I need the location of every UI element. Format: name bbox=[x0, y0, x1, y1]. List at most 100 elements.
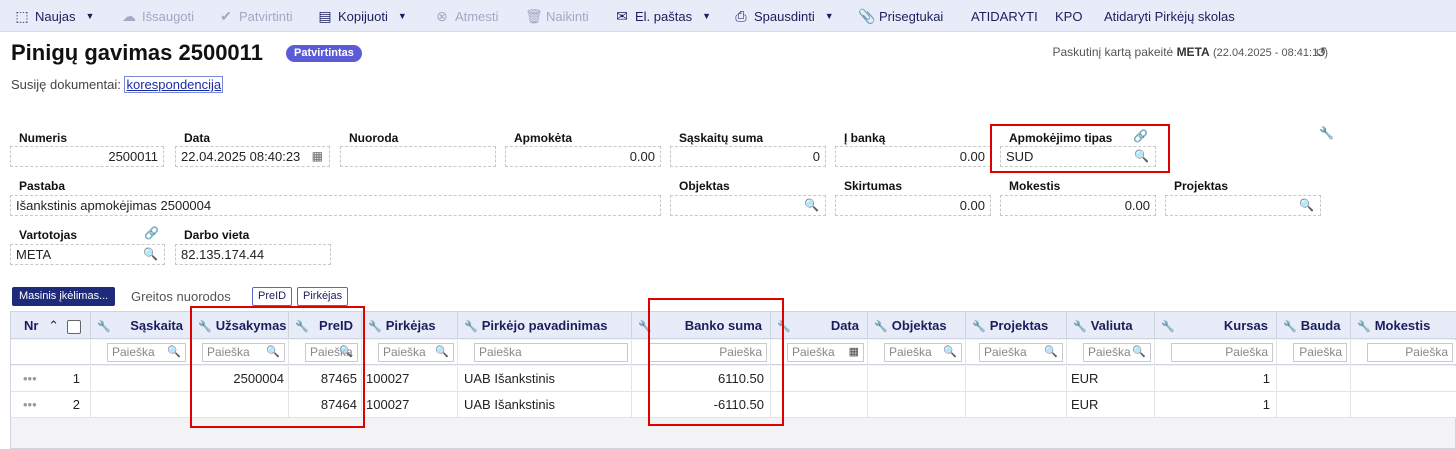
reject-button[interactable]: ⊗ Atmesti bbox=[434, 0, 498, 32]
mokestis-field[interactable]: 0.00 bbox=[1000, 195, 1156, 216]
calendar-icon[interactable]: ▦ bbox=[849, 344, 859, 361]
link-icon[interactable]: 🔗 bbox=[144, 226, 159, 240]
column-header-mokestis[interactable]: 🔧 Mokestis bbox=[1351, 312, 1456, 339]
search-icon[interactable]: 🔍 bbox=[143, 245, 158, 264]
history-icon[interactable]: ↺ bbox=[1315, 44, 1327, 61]
nuoroda-field[interactable] bbox=[340, 146, 496, 167]
saskaitu-suma-field[interactable]: 0 bbox=[670, 146, 826, 167]
cell-objektas[interactable] bbox=[868, 366, 966, 392]
wrench-icon[interactable]: 🔧 bbox=[1283, 321, 1297, 333]
select-all-checkbox[interactable] bbox=[66, 319, 81, 334]
data-field[interactable]: 22.04.2025 08:40:23 ▦ bbox=[175, 146, 330, 167]
quick-link-pirkejas[interactable]: Pirkėjas bbox=[297, 287, 349, 306]
email-button[interactable]: ✉ El. paštas ▼ bbox=[614, 0, 711, 32]
open-debts-button[interactable]: Atidaryti Pirkėjų skolas bbox=[1104, 0, 1235, 32]
search-icon[interactable]: 🔍 bbox=[804, 196, 819, 215]
apmoketa-field[interactable]: 0.00 bbox=[505, 146, 661, 167]
search-icon[interactable]: 🔍 bbox=[167, 344, 181, 361]
new-button[interactable]: ⬚ Naujas ▼ bbox=[14, 0, 94, 32]
skirtumas-field[interactable]: 0.00 bbox=[835, 195, 991, 216]
wrench-icon[interactable]: 🔧 bbox=[1319, 126, 1334, 140]
numeris-field[interactable]: 2500011 bbox=[10, 146, 164, 167]
kpo-button[interactable]: KPO bbox=[1055, 0, 1082, 32]
darbo-vieta-field[interactable]: 82.135.174.44 bbox=[175, 244, 331, 265]
column-header-pirkejas[interactable]: 🔧 Pirkėjas bbox=[362, 312, 458, 339]
save-button[interactable]: ☁ Išsaugoti bbox=[121, 0, 194, 32]
cell-data[interactable] bbox=[771, 366, 868, 392]
objektas-field[interactable]: 🔍 bbox=[670, 195, 826, 216]
related-link-korespondencija[interactable]: korespondencija bbox=[124, 76, 224, 93]
open-button[interactable]: ATIDARYTI bbox=[971, 0, 1038, 32]
sort-up-icon[interactable]: ⌃ bbox=[48, 318, 59, 333]
cell-projektas[interactable] bbox=[966, 392, 1067, 418]
cell-mokestis[interactable] bbox=[1351, 366, 1456, 392]
cell-pavadinimas[interactable]: UAB Išankstinis bbox=[458, 392, 632, 418]
cell-saskaita[interactable] bbox=[91, 392, 192, 418]
projektas-field[interactable]: 🔍 bbox=[1165, 195, 1321, 216]
cell-valiuta[interactable]: EUR bbox=[1067, 392, 1155, 418]
kursas-header-label: Kursas bbox=[1223, 318, 1268, 333]
search-input-saskaita[interactable]: Paieška 🔍 bbox=[107, 343, 186, 362]
search-input-mokestis[interactable]: Paieška bbox=[1367, 343, 1453, 362]
wrench-icon[interactable]: 🔧 bbox=[972, 321, 986, 333]
wrench-icon[interactable]: 🔧 bbox=[1161, 321, 1175, 333]
cell-valiuta[interactable]: EUR bbox=[1067, 366, 1155, 392]
column-header-objektas[interactable]: 🔧 Objektas bbox=[868, 312, 966, 339]
column-header-saskaita[interactable]: 🔧 Sąskaita bbox=[91, 312, 192, 339]
cell-projektas[interactable] bbox=[966, 366, 1067, 392]
column-header-kursas[interactable]: 🔧 Kursas bbox=[1155, 312, 1277, 339]
cell-pirkejas[interactable]: 100027 bbox=[362, 392, 458, 418]
drag-handle-icon[interactable]: ••• bbox=[23, 371, 37, 386]
column-header-bauda[interactable]: 🔧 Bauda bbox=[1277, 312, 1351, 339]
cell-pirkejas[interactable]: 100027 bbox=[362, 366, 458, 392]
wrench-icon[interactable]: 🔧 bbox=[1073, 321, 1087, 333]
wrench-icon[interactable]: 🔧 bbox=[1357, 321, 1371, 333]
column-header-projektas[interactable]: 🔧 Projektas bbox=[966, 312, 1067, 339]
search-input-projektas[interactable]: Paieška 🔍 bbox=[979, 343, 1063, 362]
search-icon[interactable]: 🔍 bbox=[435, 344, 449, 361]
cell-bauda[interactable] bbox=[1277, 392, 1351, 418]
confirm-button[interactable]: ✔ Patvirtinti bbox=[218, 0, 292, 32]
column-header-pirkejo-pavadinimas[interactable]: 🔧 Pirkėjo pavadinimas bbox=[458, 312, 632, 339]
quick-link-prelid[interactable]: PreID bbox=[252, 287, 293, 306]
copy-button[interactable]: ▤ Kopijuoti ▼ bbox=[317, 0, 406, 32]
pastaba-field[interactable]: Išankstinis apmokėjimas 2500004 bbox=[10, 195, 661, 216]
search-input-kursas[interactable]: Paieška bbox=[1171, 343, 1273, 362]
search-input-pavadinimas[interactable]: Paieška bbox=[474, 343, 628, 362]
chevron-down-icon: ▼ bbox=[85, 11, 95, 21]
column-header-data[interactable]: 🔧 Data bbox=[771, 312, 868, 339]
wrench-icon[interactable]: 🔧 bbox=[874, 321, 888, 333]
i-banka-field[interactable]: 0.00 bbox=[835, 146, 991, 167]
vartotojas-field[interactable]: META 🔍 bbox=[10, 244, 165, 265]
column-header-nr[interactable]: Nr ⌃ bbox=[11, 312, 91, 339]
pavadinimas-header-label: Pirkėjo pavadinimas bbox=[481, 318, 608, 333]
search-input-valiuta[interactable]: Paieška 🔍 bbox=[1083, 343, 1151, 362]
cell-kursas[interactable]: 1 bbox=[1155, 392, 1277, 418]
cell-saskaita[interactable] bbox=[91, 366, 192, 392]
cell-pavadinimas[interactable]: UAB Išankstinis bbox=[458, 366, 632, 392]
wrench-icon[interactable]: 🔧 bbox=[368, 321, 382, 333]
attachments-button[interactable]: 📎 Prisegtukai bbox=[858, 0, 943, 32]
search-icon[interactable]: 🔍 bbox=[1132, 344, 1146, 361]
cell-objektas[interactable] bbox=[868, 392, 966, 418]
search-icon[interactable]: 🔍 bbox=[1299, 196, 1314, 215]
search-input-bauda[interactable]: Paieška bbox=[1293, 343, 1347, 362]
wrench-icon[interactable]: 🔧 bbox=[464, 321, 478, 333]
search-input-data[interactable]: Paieška ▦ bbox=[787, 343, 864, 362]
cell-kursas[interactable]: 1 bbox=[1155, 366, 1277, 392]
search-input-objektas[interactable]: Paieška 🔍 bbox=[884, 343, 962, 362]
search-placeholder: Paieška bbox=[792, 345, 835, 359]
search-input-pirkejas[interactable]: Paieška 🔍 bbox=[378, 343, 454, 362]
column-header-valiuta[interactable]: 🔧 Valiuta bbox=[1067, 312, 1155, 339]
print-button[interactable]: ⎙ Spausdinti ▼ bbox=[733, 0, 833, 32]
bulk-import-button[interactable]: Masinis įkėlimas... bbox=[12, 287, 116, 306]
cell-bauda[interactable] bbox=[1277, 366, 1351, 392]
cell-mokestis[interactable] bbox=[1351, 392, 1456, 418]
search-icon[interactable]: 🔍 bbox=[1044, 344, 1058, 361]
calendar-icon[interactable]: ▦ bbox=[312, 147, 323, 166]
cell-data[interactable] bbox=[771, 392, 868, 418]
drag-handle-icon[interactable]: ••• bbox=[23, 397, 37, 412]
wrench-icon[interactable]: 🔧 bbox=[97, 321, 111, 333]
search-icon[interactable]: 🔍 bbox=[943, 344, 957, 361]
delete-button[interactable]: 🗑 Naikinti bbox=[525, 0, 589, 32]
